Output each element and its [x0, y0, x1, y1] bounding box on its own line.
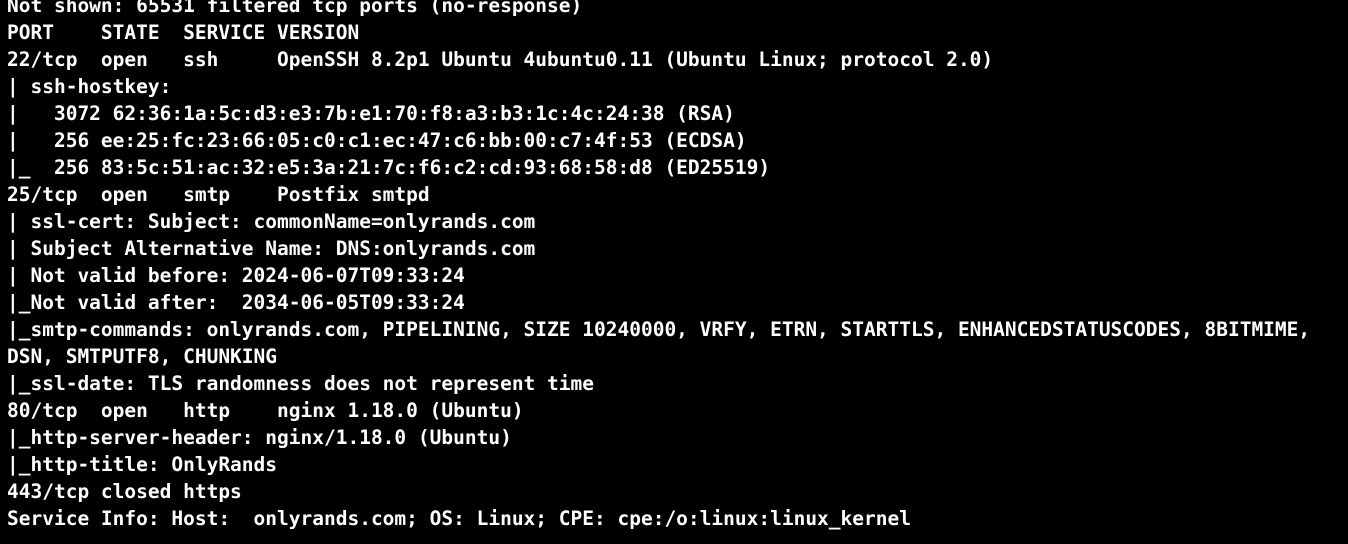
- scan-summary-line: Not shown: 65531 filtered tcp ports (no-…: [7, 0, 583, 17]
- ssh-hostkey-ed25519-line: |_ 256 83:5c:51:ac:32:e5:3a:21:7c:f6:c2:…: [7, 156, 771, 179]
- port-80-line: 80/tcp open http nginx 1.18.0 (Ubuntu): [7, 399, 524, 422]
- smtp-commands-line: |_smtp-commands: onlyrands.com, PIPELINI…: [7, 318, 1311, 341]
- port-table-header: PORT STATE SERVICE VERSION: [7, 21, 360, 44]
- ssh-hostkey-ecdsa-line: | 256 ee:25:fc:23:66:05:c0:c1:ec:47:c6:b…: [7, 129, 747, 152]
- smtp-commands-wrap-line: DSN, SMTPUTF8, CHUNKING: [7, 345, 278, 368]
- http-title-line: |_http-title: OnlyRands: [7, 453, 278, 476]
- ssh-hostkey-line: | ssh-hostkey:: [7, 75, 172, 98]
- ssl-cert-not-after-line: |_Not valid after: 2034-06-05T09:33:24: [7, 291, 465, 314]
- ssh-hostkey-rsa-line: | 3072 62:36:1a:5c:d3:e3:7b:e1:70:f8:a3:…: [7, 102, 735, 125]
- port-443-line: 443/tcp closed https: [7, 480, 242, 503]
- service-info-line: Service Info: Host: onlyrands.com; OS: L…: [7, 507, 911, 530]
- terminal-window[interactable]: Not shown: 65531 filtered tcp ports (no-…: [0, 0, 1348, 544]
- ssl-cert-subject-line: | ssl-cert: Subject: commonName=onlyrand…: [7, 210, 536, 233]
- ssl-cert-san-line: | Subject Alternative Name: DNS:onlyrand…: [7, 237, 536, 260]
- ssl-cert-not-before-line: | Not valid before: 2024-06-07T09:33:24: [7, 264, 465, 287]
- ssl-date-line: |_ssl-date: TLS randomness does not repr…: [7, 372, 594, 395]
- terminal-output: Not shown: 65531 filtered tcp ports (no-…: [7, 0, 1310, 532]
- port-22-line: 22/tcp open ssh OpenSSH 8.2p1 Ubuntu 4ub…: [7, 48, 994, 71]
- port-25-line: 25/tcp open smtp Postfix smtpd: [7, 183, 430, 206]
- http-server-header-line: |_http-server-header: nginx/1.18.0 (Ubun…: [7, 426, 512, 449]
